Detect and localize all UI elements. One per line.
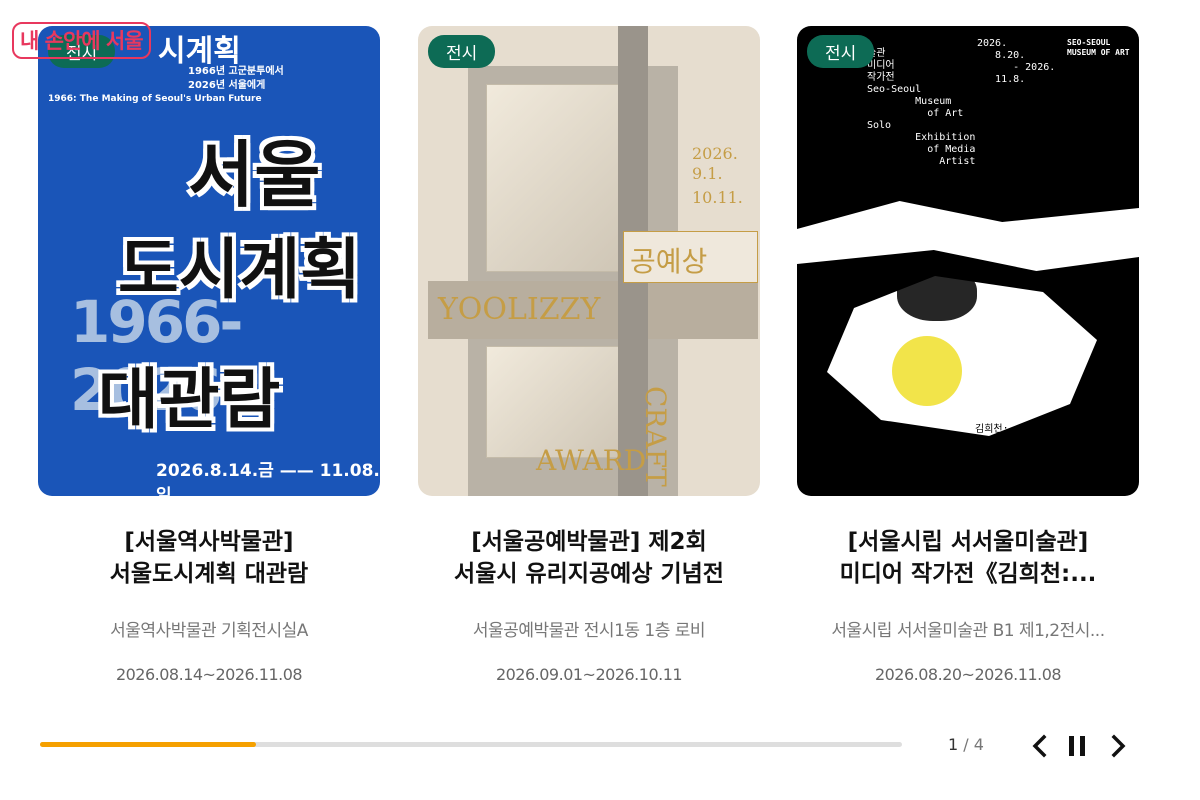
poster-museum: SEO-SEOUL MUSEUM OF ART [1067, 38, 1130, 57]
category-badge: 전시 [807, 35, 875, 68]
card-title-line1: [서울역사박물관] [124, 529, 294, 555]
card-title[interactable]: [서울시립 서서울미술관] 미디어 작가전《김희천:... [797, 526, 1139, 590]
slider-progress-bar [40, 742, 902, 747]
pause-icon [1069, 736, 1085, 756]
poster-credit: 김희천: 두더지들 Kim Heecheon: Moles [975, 424, 1066, 483]
card-title-line2: 미디어 작가전《김희천:... [839, 561, 1097, 587]
card-dates: 2026.08.14~2026.11.08 [115, 665, 303, 684]
poster-award: AWARD [536, 444, 647, 477]
slide-counter-current: 1 [948, 735, 959, 754]
chevron-right-icon [1111, 734, 1126, 758]
card-dates: 2026.08.20~2026.11.08 [874, 665, 1062, 684]
poster-yoolizzy: YOOLIZZY [438, 292, 601, 327]
poster-big-text-1: 서울 [188, 133, 321, 217]
poster-date-1: 2026. [692, 144, 738, 163]
slider-progress-fill [40, 742, 256, 747]
card-venue: 서울시립 서서울미술관 B1 제1,2전시... [831, 621, 1105, 641]
poster-sub1: 1966년 고군분투에서 [188, 66, 284, 77]
site-logo-stamp: 내 손안에 서울 [12, 22, 151, 59]
card-title[interactable]: [서울역사박물관] 서울도시계획 대관람 [38, 526, 380, 590]
poster-date-2: 9.1. [692, 164, 723, 183]
exhibition-card[interactable]: 전시 시계획 1966년 고군분투에서 2026년 서울에게 1966: The… [38, 26, 380, 684]
poster-body-text: 술관 미디어 작가전 Seo-Seoul Museum of Art Solo … [867, 48, 976, 167]
poster-kor-text: 공예상 [630, 245, 708, 278]
poster-dates: 2026. 8.20. - 2026. 11.8. [977, 38, 1056, 85]
poster-sub2: 2026년 서울에게 [188, 80, 266, 91]
slide-counter-separator: / [958, 735, 974, 754]
card-title-line2: 서울시 유리지공예상 기념전 [454, 561, 724, 587]
slide-counter: 1 / 4 [948, 735, 984, 754]
chevron-left-icon [1032, 734, 1047, 758]
card-title[interactable]: [서울공예박물관] 제2회 서울시 유리지공예상 기념전 [418, 526, 760, 590]
exhibition-card[interactable]: 전시 2026. 8.20. - 2026. 11.8. SEO-SEOUL M… [797, 26, 1139, 684]
poster-english-title: 1966: The Making of Seoul's Urban Future [48, 94, 262, 104]
prev-button[interactable] [1028, 732, 1052, 760]
poster-image[interactable]: 전시 공예상 YOOLIZZY 2026. 9.1. 10.11. CRAFT … [418, 26, 760, 496]
poster-big-text-3: 대관람 [98, 361, 281, 438]
card-title-line1: [서울시립 서서울미술관] [847, 529, 1089, 555]
slide-counter-total: 4 [973, 735, 984, 754]
card-dates: 2026.09.01~2026.10.11 [495, 665, 683, 684]
poster-image[interactable]: 전시 시계획 1966년 고군분투에서 2026년 서울에게 1966: The… [38, 26, 380, 496]
poster-date-3: 10.11. [692, 188, 743, 207]
exhibition-card[interactable]: 전시 공예상 YOOLIZZY 2026. 9.1. 10.11. CRAFT … [418, 26, 760, 684]
poster-image[interactable]: 전시 2026. 8.20. - 2026. 11.8. SEO-SEOUL M… [797, 26, 1139, 496]
poster-footer-dates: 2026.8.14.금 —— 11.08.일 [156, 461, 380, 496]
pause-button[interactable] [1066, 732, 1090, 760]
card-venue: 서울역사박물관 기획전시실A [110, 621, 308, 641]
card-venue: 서울공예박물관 전시1동 1층 로비 [472, 621, 706, 641]
card-title-line1: [서울공예박물관] 제2회 [471, 529, 707, 555]
next-button[interactable] [1106, 732, 1130, 760]
category-badge: 전시 [428, 35, 496, 68]
card-title-line2: 서울도시계획 대관람 [109, 561, 309, 587]
